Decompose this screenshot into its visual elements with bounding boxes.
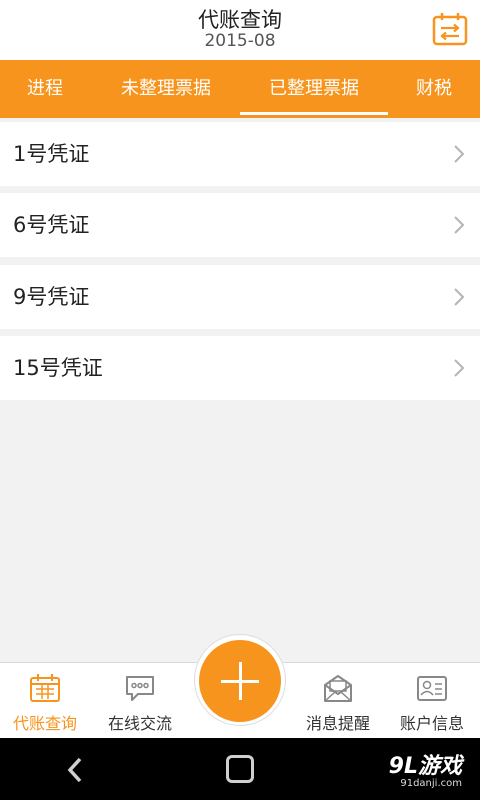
chevron-right-icon	[454, 359, 465, 377]
voucher-label: 6号凭证	[13, 213, 90, 237]
home-icon[interactable]	[226, 755, 254, 783]
list-item[interactable]: 15号凭证	[0, 336, 480, 400]
plus-icon-vertical	[239, 662, 242, 700]
back-icon[interactable]	[64, 756, 86, 784]
nav-label: 在线交流	[107, 714, 172, 733]
tab-sorted-receipts[interactable]: 已整理票据	[240, 60, 388, 118]
voucher-label: 15号凭证	[13, 356, 103, 380]
nav-item-account-info[interactable]: 账户信息	[387, 663, 477, 739]
nav-item-notifications[interactable]: 消息提醒	[293, 663, 383, 739]
tab-finance-tax[interactable]: 财税	[396, 60, 472, 118]
period-label: 2015-08	[204, 31, 276, 51]
system-nav-bar: 9L游戏 91danji.com	[0, 738, 480, 800]
chat-icon	[126, 676, 154, 701]
list-item[interactable]: 6号凭证	[0, 193, 480, 257]
watermark-url: 91danji.com	[400, 778, 462, 789]
nav-label: 消息提醒	[305, 714, 370, 733]
nav-item-online-chat[interactable]: 在线交流	[95, 663, 185, 739]
nav-item-account-query[interactable]: 代账查询	[0, 663, 90, 739]
watermark-logo: 9L游戏 91danji.com	[362, 748, 462, 790]
watermark-text: 9L游戏	[388, 754, 462, 779]
category-tabs: 进程 未整理票据 已整理票据 财税	[0, 60, 480, 118]
mail-icon	[324, 675, 352, 702]
calendar-icon	[30, 674, 60, 702]
voucher-label: 1号凭证	[13, 142, 90, 166]
chevron-right-icon	[454, 288, 465, 306]
chevron-right-icon	[454, 216, 465, 234]
app-header: 代账查询 2015-08	[0, 0, 480, 60]
add-button[interactable]	[199, 640, 281, 722]
nav-label: 账户信息	[399, 714, 464, 733]
tab-unsorted-receipts[interactable]: 未整理票据	[100, 60, 232, 118]
voucher-label: 9号凭证	[13, 285, 90, 309]
calendar-swap-icon[interactable]	[432, 12, 468, 46]
tab-progress[interactable]: 进程	[0, 60, 90, 118]
chevron-right-icon	[454, 145, 465, 163]
list-item[interactable]: 9号凭证	[0, 265, 480, 329]
page-title: 代账查询	[198, 8, 282, 32]
id-card-icon	[417, 676, 447, 701]
list-item[interactable]: 1号凭证	[0, 122, 480, 186]
nav-label: 代账查询	[12, 714, 77, 733]
